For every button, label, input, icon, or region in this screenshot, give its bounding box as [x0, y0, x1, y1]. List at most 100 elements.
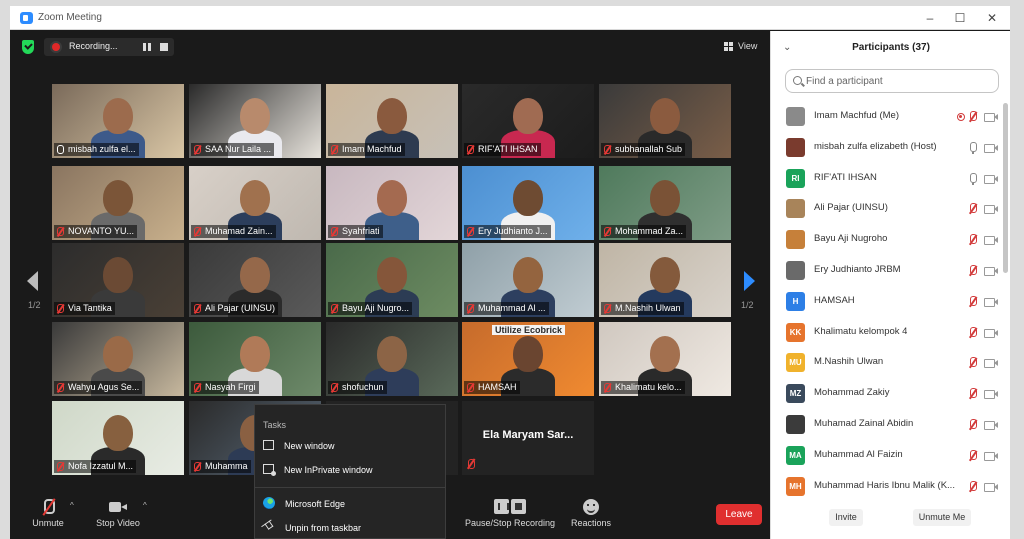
reactions-button[interactable]: Reactions — [570, 499, 612, 528]
tile-name-label: Khalimatu kelo... — [601, 381, 685, 394]
tile-name-label: Wahyu Agus Se... — [54, 381, 143, 394]
video-tile[interactable]: Syahfriati — [326, 166, 458, 240]
video-camera-icon — [984, 143, 998, 153]
tile-name-text: Muhamma — [205, 461, 248, 471]
microphone-muted-icon — [604, 383, 611, 392]
panel-scrollbar[interactable] — [1003, 103, 1008, 273]
participant-name: Muhammad Al Faizin — [814, 448, 903, 460]
participant-row[interactable]: MZ Mohammad Zakiy — [771, 378, 1005, 409]
video-options-caret[interactable]: ^ — [143, 501, 147, 510]
unmute-button[interactable]: Unmute — [32, 499, 64, 528]
participant-row[interactable]: Bayu Aji Nugroho — [771, 224, 1005, 255]
tile-name-text: Muhammad Al ... — [478, 303, 546, 313]
microphone-muted-icon — [57, 304, 64, 313]
video-tile[interactable]: Nasyah Firgi — [189, 322, 321, 396]
microsoft-edge-item[interactable]: Microsoft Edge — [263, 496, 345, 512]
new-inprivate-label: New InPrivate window — [284, 465, 373, 475]
video-tile[interactable]: misbah zulfa el... — [52, 84, 184, 158]
unmute-me-button[interactable]: Unmute Me — [913, 509, 971, 526]
encryption-shield-icon[interactable] — [22, 40, 34, 54]
previous-page-arrow-icon[interactable] — [27, 271, 38, 291]
video-tile[interactable]: M.Nashih Ulwan — [599, 243, 731, 317]
person-head — [240, 98, 270, 134]
new-window-item[interactable]: New window — [263, 438, 335, 454]
tile-name-label: Muhamma — [191, 460, 251, 473]
video-tile[interactable]: Ali Pajar (UINSU) — [189, 243, 321, 317]
video-tile[interactable]: NOVANTO YU... — [52, 166, 184, 240]
microphone-muted-icon — [466, 459, 476, 471]
view-button[interactable]: View — [720, 38, 762, 54]
new-inprivate-window-item[interactable]: New InPrivate window — [263, 462, 373, 478]
participant-row[interactable]: misbah zulfa elizabeth (Host) — [771, 132, 1005, 163]
participant-row[interactable]: Ery Judhianto JRBM — [771, 255, 1005, 286]
microphone-muted-icon — [194, 304, 201, 313]
participant-search[interactable] — [785, 69, 999, 93]
video-tile[interactable]: Muhammad Al ... — [462, 243, 594, 317]
participant-row[interactable]: Ali Pajar (UINSU) — [771, 193, 1005, 224]
microphone-muted-icon — [57, 462, 64, 471]
person-head — [650, 98, 680, 134]
unpin-from-taskbar-item[interactable]: Unpin from taskbar — [261, 519, 361, 536]
person-head — [103, 98, 133, 134]
microphone-muted-icon — [467, 304, 474, 313]
video-tile[interactable]: subhanallah Sub — [599, 84, 731, 158]
video-tile[interactable]: Nofa Izzatul M... — [52, 401, 184, 475]
pause-recording-icon[interactable] — [143, 43, 151, 51]
microphone-muted-icon — [194, 145, 201, 154]
participant-row[interactable]: MH Muhammad Haris Ibnu Malik (K... — [771, 471, 1005, 502]
video-camera-icon — [984, 389, 998, 400]
page-indicator-left: 1/2 — [28, 300, 41, 310]
tile-name-label: Nasyah Firgi — [191, 381, 259, 394]
next-page-arrow-icon[interactable] — [744, 271, 755, 291]
tile-name-label: Ery Judhianto J... — [464, 225, 551, 238]
tile-name-label: Mohammad Za... — [601, 225, 687, 238]
microphone-muted-icon — [604, 145, 611, 154]
tile-name-label: Ali Pajar (UINSU) — [191, 302, 279, 315]
stop-recording-icon[interactable] — [160, 43, 168, 51]
jumplist-tasks-header: Tasks — [263, 420, 287, 430]
video-tile[interactable]: Mohammad Za... — [599, 166, 731, 240]
video-tile[interactable]: Muhamad Zain... — [189, 166, 321, 240]
stop-video-button[interactable]: Stop Video — [94, 499, 142, 528]
video-tile[interactable]: Utilize Ecobrick HAMSAH — [462, 322, 594, 396]
tile-name-label: SAA Nur Laila ... — [191, 143, 275, 156]
video-tile[interactable]: Khalimatu kelo... — [599, 322, 731, 396]
leave-button[interactable]: Leave — [716, 504, 762, 525]
video-tile[interactable]: shofuchun — [326, 322, 458, 396]
title-bar: Zoom Meeting – ☐ ✕ — [10, 6, 1010, 30]
video-tile[interactable]: Ela Maryam Sar... — [462, 401, 594, 475]
video-tile[interactable]: Imam Machfud — [326, 84, 458, 158]
video-camera-icon — [984, 112, 998, 122]
video-tile[interactable]: Via Tantika — [52, 243, 184, 317]
microphone-icon — [57, 145, 64, 154]
video-tile[interactable]: Bayu Aji Nugro... — [326, 243, 458, 317]
audio-options-caret[interactable]: ^ — [70, 501, 74, 510]
participant-row[interactable]: MU M.Nashih Ulwan — [771, 347, 1005, 378]
participant-name: Imam Machfud (Me) — [814, 110, 899, 121]
video-tile[interactable]: SAA Nur Laila ... — [189, 84, 321, 158]
participant-name: Mohammad Zakiy — [814, 387, 890, 399]
recording-label: Recording... — [69, 41, 118, 51]
video-camera-icon — [984, 235, 998, 246]
tile-name-text: HAMSAH — [478, 382, 517, 392]
participant-row[interactable]: Imam Machfud (Me) — [771, 101, 1005, 132]
participant-row[interactable]: Muhamad Zainal Abidin — [771, 409, 1005, 440]
tile-name-label: M.Nashih Ulwan — [601, 302, 684, 315]
video-camera-icon — [984, 174, 998, 184]
search-input[interactable] — [806, 73, 991, 89]
microphone-muted-icon — [331, 304, 338, 313]
participant-row[interactable]: RI RIF'ATI IHSAN — [771, 163, 1005, 194]
video-tile[interactable]: RIF'ATI IHSAN — [462, 84, 594, 158]
invite-button[interactable]: Invite — [829, 509, 863, 526]
pause-stop-recording-button[interactable]: Pause/Stop Recording — [464, 499, 556, 528]
video-tile[interactable]: Wahyu Agus Se... — [52, 322, 184, 396]
video-tile[interactable]: Ery Judhianto J... — [462, 166, 594, 240]
minimize-button[interactable]: – — [920, 10, 940, 26]
participant-name: Ery Judhianto JRBM — [814, 264, 901, 275]
maximize-button[interactable]: ☐ — [950, 10, 970, 26]
participant-row[interactable]: H HAMSAH — [771, 286, 1005, 317]
participant-row[interactable]: MA Muhammad Al Faizin — [771, 440, 1005, 471]
participant-row[interactable]: KK Khalimatu kelompok 4 — [771, 317, 1005, 348]
close-button[interactable]: ✕ — [982, 10, 1002, 26]
tile-name-text: RIF'ATI IHSAN — [478, 144, 538, 154]
